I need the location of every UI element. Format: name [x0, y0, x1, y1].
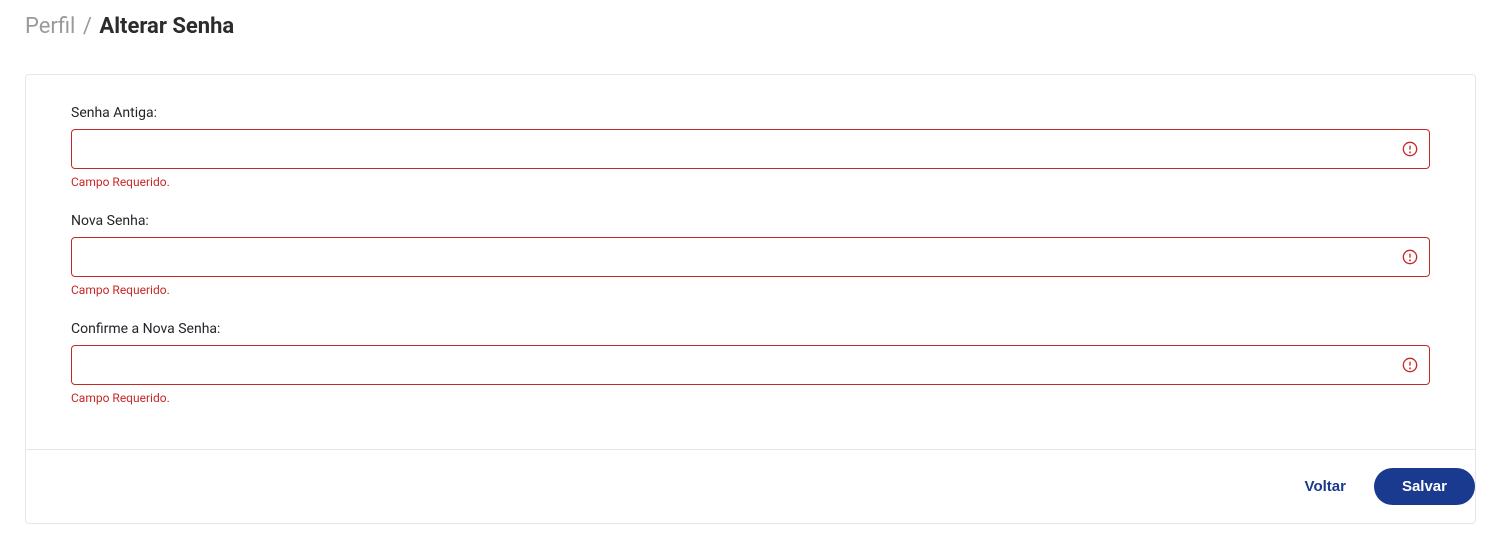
error-icon	[1402, 141, 1418, 157]
new-password-error: Campo Requerido.	[71, 283, 1430, 297]
form-actions: Voltar Salvar	[26, 449, 1475, 523]
old-password-input[interactable]	[71, 129, 1430, 169]
old-password-label: Senha Antiga:	[71, 105, 1430, 121]
password-form-card: Senha Antiga: Campo Requerido. Nova Senh…	[25, 74, 1476, 524]
new-password-label: Nova Senha:	[71, 213, 1430, 229]
save-button[interactable]: Salvar	[1374, 468, 1475, 505]
back-button[interactable]: Voltar	[1305, 478, 1346, 495]
old-password-group: Senha Antiga: Campo Requerido.	[71, 105, 1430, 189]
confirm-password-label: Confirme a Nova Senha:	[71, 321, 1430, 337]
confirm-password-error: Campo Requerido.	[71, 391, 1430, 405]
error-icon	[1402, 357, 1418, 373]
breadcrumb-parent[interactable]: Perfil	[25, 14, 75, 39]
breadcrumb-separator: /	[83, 14, 92, 39]
new-password-group: Nova Senha: Campo Requerido.	[71, 213, 1430, 297]
breadcrumb: Perfil / Alterar Senha	[25, 14, 1476, 39]
error-icon	[1402, 249, 1418, 265]
new-password-input[interactable]	[71, 237, 1430, 277]
old-password-error: Campo Requerido.	[71, 175, 1430, 189]
confirm-password-input[interactable]	[71, 345, 1430, 385]
page-title: Alterar Senha	[99, 14, 234, 39]
confirm-password-group: Confirme a Nova Senha: Campo Requerido.	[71, 321, 1430, 405]
